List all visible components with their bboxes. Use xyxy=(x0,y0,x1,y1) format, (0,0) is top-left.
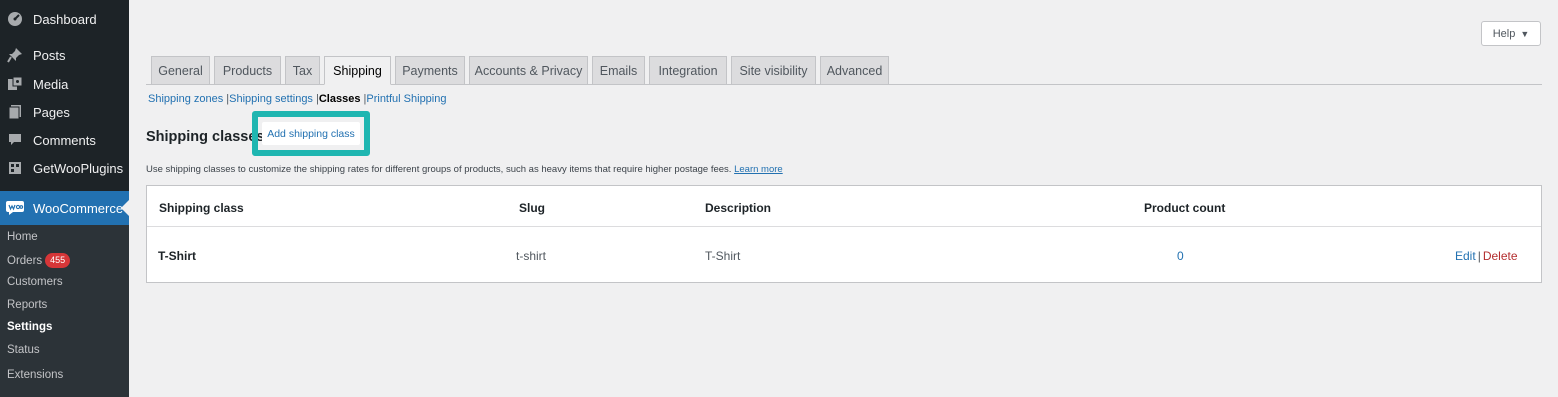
sidebar-item-comments[interactable]: Comments xyxy=(0,126,129,154)
sidebar-item-label: Posts xyxy=(33,47,66,63)
submenu-orders[interactable]: Orders 455 xyxy=(7,253,71,268)
subnav-classes: Classes xyxy=(318,93,361,105)
tab-accounts-privacy[interactable]: Accounts & Privacy xyxy=(469,56,588,85)
chevron-down-icon: ▼ xyxy=(1520,28,1530,39)
column-header-product-count: Product count xyxy=(1144,201,1226,215)
column-header-shipping-class: Shipping class xyxy=(159,201,244,215)
help-button[interactable]: Help ▼ xyxy=(1481,21,1541,46)
tab-integration[interactable]: Integration xyxy=(649,56,727,85)
sidebar-item-getwooplugins[interactable]: GetWooPlugins xyxy=(0,154,129,182)
edit-link[interactable]: Edit xyxy=(1455,249,1476,263)
woocommerce-submenu: Home Orders 455 Customers Reports Setting… xyxy=(0,225,129,397)
shipping-class-name: T-Shirt xyxy=(158,249,196,263)
admin-sidebar: Dashboard Posts Media Pages Comments Get… xyxy=(0,0,129,397)
tab-general[interactable]: General xyxy=(151,56,210,85)
plugin-icon xyxy=(5,160,25,176)
orders-count-badge: 455 xyxy=(45,253,71,268)
table-header: Shipping class Slug Description Product … xyxy=(147,186,1541,227)
page-description: Use shipping classes to customize the sh… xyxy=(146,164,783,175)
description-text: Use shipping classes to customize the sh… xyxy=(146,164,732,175)
shipping-classes-table: Shipping class Slug Description Product … xyxy=(146,185,1542,283)
tab-products[interactable]: Products xyxy=(214,56,281,85)
shipping-subnav: Shipping zones |Shipping settings |Class… xyxy=(148,93,446,105)
subnav-printful-shipping[interactable]: Printful Shipping xyxy=(366,93,446,105)
column-header-description: Description xyxy=(705,201,772,215)
delete-link[interactable]: Delete xyxy=(1483,249,1518,263)
sidebar-item-woocommerce[interactable]: WooCommerce xyxy=(0,191,129,225)
sidebar-item-media[interactable]: Media xyxy=(0,70,129,98)
column-header-slug: Slug xyxy=(519,201,545,215)
sidebar-item-label: Media xyxy=(33,76,69,92)
subnav-shipping-settings[interactable]: Shipping settings xyxy=(229,93,313,105)
sidebar-item-label: Pages xyxy=(33,104,70,120)
woocommerce-icon xyxy=(5,201,25,215)
submenu-customers[interactable]: Customers xyxy=(7,276,63,288)
subnav-shipping-zones[interactable]: Shipping zones xyxy=(148,93,223,105)
sidebar-item-label: GetWooPlugins xyxy=(33,160,124,176)
help-label: Help xyxy=(1492,27,1516,40)
dashboard-icon xyxy=(5,11,25,27)
shipping-class-slug: t-shirt xyxy=(516,249,546,263)
sidebar-item-dashboard[interactable]: Dashboard xyxy=(0,5,129,33)
learn-more-link[interactable]: Learn more xyxy=(734,164,783,175)
tab-payments[interactable]: Payments xyxy=(395,56,465,85)
submenu-extensions[interactable]: Extensions xyxy=(7,369,63,381)
submenu-status[interactable]: Status xyxy=(7,344,40,356)
pin-icon xyxy=(5,47,25,63)
sidebar-item-label: WooCommerce xyxy=(33,200,124,216)
submenu-home[interactable]: Home xyxy=(7,231,38,243)
tab-tax[interactable]: Tax xyxy=(285,56,320,85)
sidebar-item-label: Dashboard xyxy=(33,11,97,27)
submenu-settings[interactable]: Settings xyxy=(7,321,52,333)
active-menu-arrow xyxy=(121,200,129,216)
comments-icon xyxy=(5,132,25,148)
tab-emails[interactable]: Emails xyxy=(592,56,645,85)
tab-advanced[interactable]: Advanced xyxy=(820,56,889,85)
pages-icon xyxy=(5,104,25,120)
sidebar-item-label: Comments xyxy=(33,132,96,148)
shipping-class-description: T-Shirt xyxy=(705,249,741,263)
sidebar-item-posts[interactable]: Posts xyxy=(0,41,129,69)
shipping-class-product-count[interactable]: 0 xyxy=(1177,249,1184,263)
submenu-reports[interactable]: Reports xyxy=(7,299,47,311)
sidebar-item-pages[interactable]: Pages xyxy=(0,98,129,126)
action-separator: | xyxy=(1477,249,1481,263)
page-title: Shipping classes xyxy=(146,129,265,145)
tab-shipping[interactable]: Shipping xyxy=(324,56,391,85)
row-actions: Edit | Delete xyxy=(1455,249,1518,263)
tab-site-visibility[interactable]: Site visibility xyxy=(731,56,816,85)
add-shipping-class-button[interactable]: Add shipping class xyxy=(262,122,360,145)
media-icon xyxy=(5,76,25,92)
